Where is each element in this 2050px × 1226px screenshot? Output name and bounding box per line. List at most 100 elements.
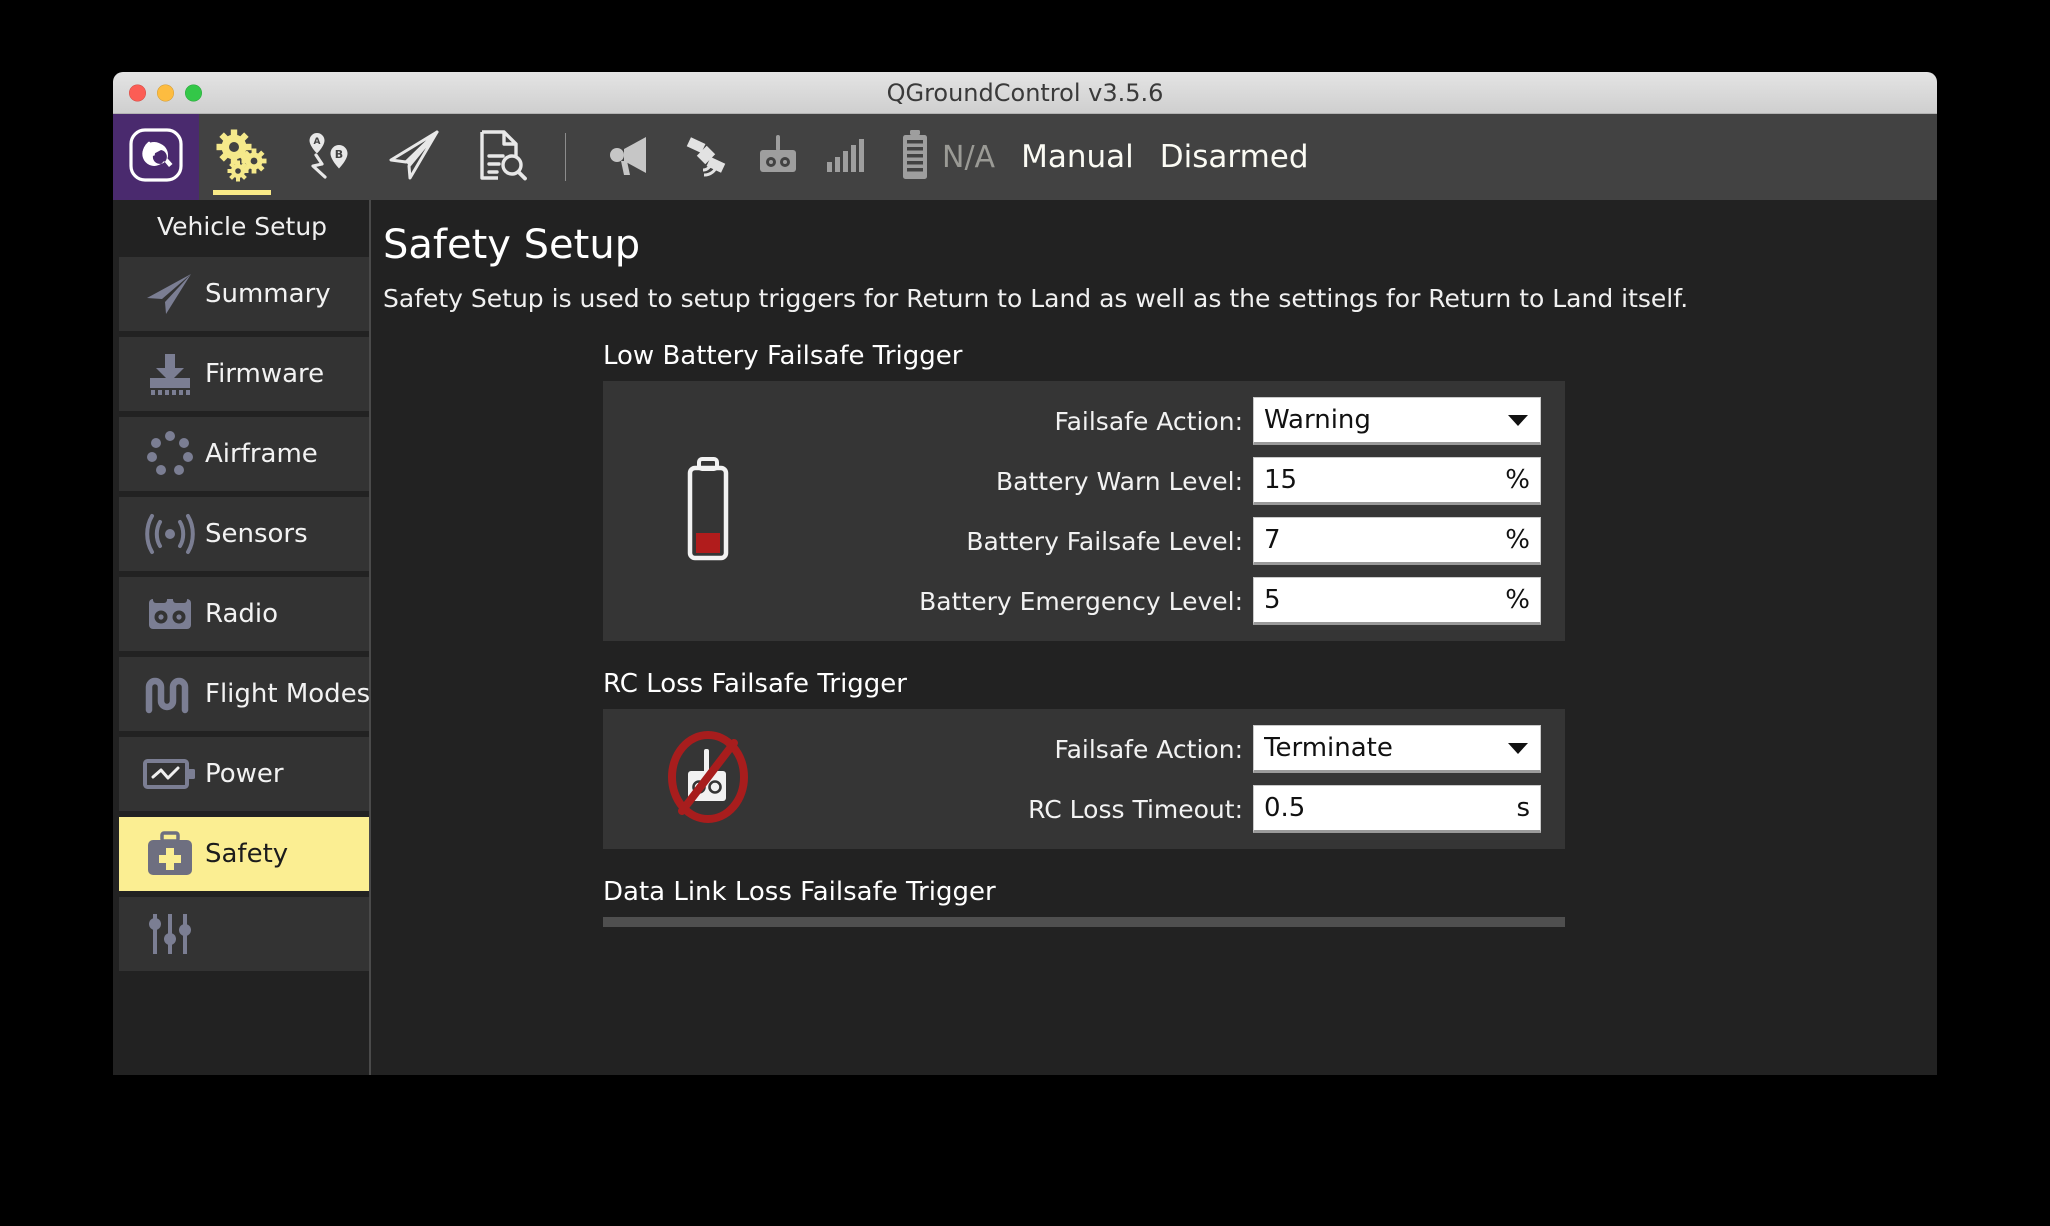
rc-loss-icon-wrap	[603, 727, 813, 831]
input-unit: %	[1505, 585, 1530, 615]
chevron-down-icon	[1508, 414, 1528, 426]
row-rc-failsafe-action: Failsafe Action: Terminate	[813, 725, 1541, 773]
download-icon	[137, 352, 203, 396]
input-unit: s	[1516, 793, 1530, 823]
row-label: Battery Failsafe Level:	[966, 526, 1243, 556]
titlebar: QGroundControl v3.5.6	[113, 72, 1937, 114]
minimize-button[interactable]	[157, 84, 174, 101]
toolbar-button-qgc-logo[interactable]	[113, 114, 199, 200]
rc-loss-rows: Failsafe Action: Terminate RC Loss Timeo…	[813, 725, 1565, 833]
failsafe-action-dropdown[interactable]: Warning	[1253, 397, 1541, 445]
input-value: 5	[1264, 585, 1281, 615]
low-battery-failsafe-panel: Failsafe Action: Warning Battery Warn Le…	[603, 381, 1565, 641]
airframe-icon	[137, 430, 203, 478]
rc-controller-icon	[754, 131, 802, 183]
battery-warn-level-input[interactable]: 15 %	[1253, 457, 1541, 505]
toolbar-button-fly[interactable]	[371, 114, 457, 200]
sidebar-item-airframe[interactable]: Airframe	[119, 417, 371, 491]
sidebar-item-label: Power	[205, 759, 284, 789]
arm-state-label[interactable]: Disarmed	[1160, 139, 1309, 175]
sidebar-item-label: Sensors	[205, 519, 308, 549]
sidebar-item-sensors[interactable]: Sensors	[119, 497, 371, 571]
toolbar-button-plan[interactable]: A B	[285, 114, 371, 200]
toolbar-status-group: N/A Manual Disarmed	[588, 114, 1309, 200]
sidebar-item-safety[interactable]: Safety	[119, 817, 371, 891]
flight-mode-label[interactable]: Manual	[1021, 139, 1134, 175]
satellite-icon	[680, 129, 732, 185]
row-label: Battery Warn Level:	[996, 466, 1243, 496]
input-unit: %	[1505, 465, 1530, 495]
gps-indicator[interactable]	[668, 129, 744, 185]
sidebar-item-label: Safety	[205, 839, 289, 869]
input-value: 7	[1264, 525, 1281, 555]
sidebar-item-firmware[interactable]: Firmware	[119, 337, 371, 411]
close-button[interactable]	[129, 84, 146, 101]
battery-failsafe-level-input[interactable]: 7 %	[1253, 517, 1541, 565]
power-icon	[137, 757, 203, 791]
row-rc-loss-timeout: RC Loss Timeout: 0.5 s	[813, 785, 1541, 833]
low-battery-icon-wrap	[603, 457, 813, 565]
svg-text:A: A	[314, 137, 321, 147]
safety-kit-icon	[137, 831, 203, 877]
row-label: Battery Emergency Level:	[919, 586, 1243, 616]
rc-controller-icon	[137, 593, 203, 635]
low-battery-icon	[677, 457, 739, 565]
row-label: Failsafe Action:	[1054, 406, 1244, 436]
section-heading-rc-loss: RC Loss Failsafe Trigger	[603, 669, 907, 699]
section-heading-data-link-loss: Data Link Loss Failsafe Trigger	[603, 877, 996, 907]
row-battery-emergency-level: Battery Emergency Level: 5 %	[813, 577, 1541, 625]
sidebar-item-label: Flight Modes	[205, 679, 371, 709]
svg-text:B: B	[335, 148, 343, 161]
document-search-icon	[472, 127, 528, 187]
vehicle-setup-sidebar: Vehicle Setup Summary Firmware Airframe …	[113, 200, 371, 1075]
input-unit: %	[1505, 525, 1530, 555]
rc-loss-icon	[660, 727, 756, 831]
row-label: RC Loss Timeout:	[1028, 794, 1243, 824]
toolbar-button-vehicle-setup[interactable]	[199, 114, 285, 200]
telemetry-indicator[interactable]	[812, 134, 878, 180]
rc-loss-timeout-input[interactable]: 0.5 s	[1253, 785, 1541, 833]
sidebar-item-summary[interactable]: Summary	[119, 257, 371, 331]
gears-icon	[214, 127, 270, 187]
dropdown-value: Terminate	[1264, 733, 1393, 763]
row-label: Failsafe Action:	[1054, 734, 1244, 764]
data-link-loss-panel-top-edge	[603, 917, 1565, 927]
application-window: QGroundControl v3.5.6 A B N/A Manual Dis…	[113, 72, 1937, 1075]
sidebar-title: Vehicle Setup	[156, 212, 328, 241]
dropdown-value: Warning	[1264, 405, 1371, 435]
page-title: Safety Setup	[383, 222, 641, 268]
main-toolbar: A B N/A Manual Disarmed	[113, 114, 1937, 200]
toolbar-button-analyze[interactable]	[457, 114, 543, 200]
sidebar-item-label: Firmware	[205, 359, 325, 389]
battery-emergency-level-input[interactable]: 5 %	[1253, 577, 1541, 625]
sidebar-item-tuning[interactable]	[119, 897, 371, 971]
flight-modes-icon	[137, 674, 203, 714]
sidebar-item-label: Airframe	[205, 439, 318, 469]
chevron-down-icon	[1508, 742, 1528, 754]
rc-failsafe-action-dropdown[interactable]: Terminate	[1253, 725, 1541, 773]
window-title: QGroundControl v3.5.6	[886, 78, 1164, 107]
row-failsafe-action: Failsafe Action: Warning	[813, 397, 1541, 445]
window-controls	[129, 84, 202, 101]
zoom-button[interactable]	[185, 84, 202, 101]
paper-plane-icon	[137, 272, 203, 316]
rc-indicator[interactable]	[744, 131, 812, 183]
sidebar-item-label: Summary	[205, 279, 331, 309]
safety-setup-content: Safety Setup Safety Setup is used to set…	[371, 200, 1937, 1075]
input-value: 0.5	[1264, 793, 1306, 823]
sidebar-item-flight-modes[interactable]: Flight Modes	[119, 657, 371, 731]
paper-plane-icon	[385, 126, 443, 188]
sidebar-item-label: Radio	[205, 599, 279, 629]
sidebar-item-power[interactable]: Power	[119, 737, 371, 811]
megaphone-icon	[604, 131, 656, 183]
message-indicator[interactable]	[592, 131, 668, 183]
sidebar-item-radio[interactable]: Radio	[119, 577, 371, 651]
battery-value: N/A	[942, 139, 996, 175]
tuning-sliders-icon	[137, 912, 203, 956]
row-battery-failsafe-level: Battery Failsafe Level: 7 %	[813, 517, 1541, 565]
body: Vehicle Setup Summary Firmware Airframe …	[113, 200, 1937, 1075]
section-heading-low-battery: Low Battery Failsafe Trigger	[603, 341, 963, 371]
signal-bars-icon	[824, 134, 866, 180]
battery-indicator[interactable]	[892, 129, 938, 185]
input-value: 15	[1264, 465, 1298, 495]
